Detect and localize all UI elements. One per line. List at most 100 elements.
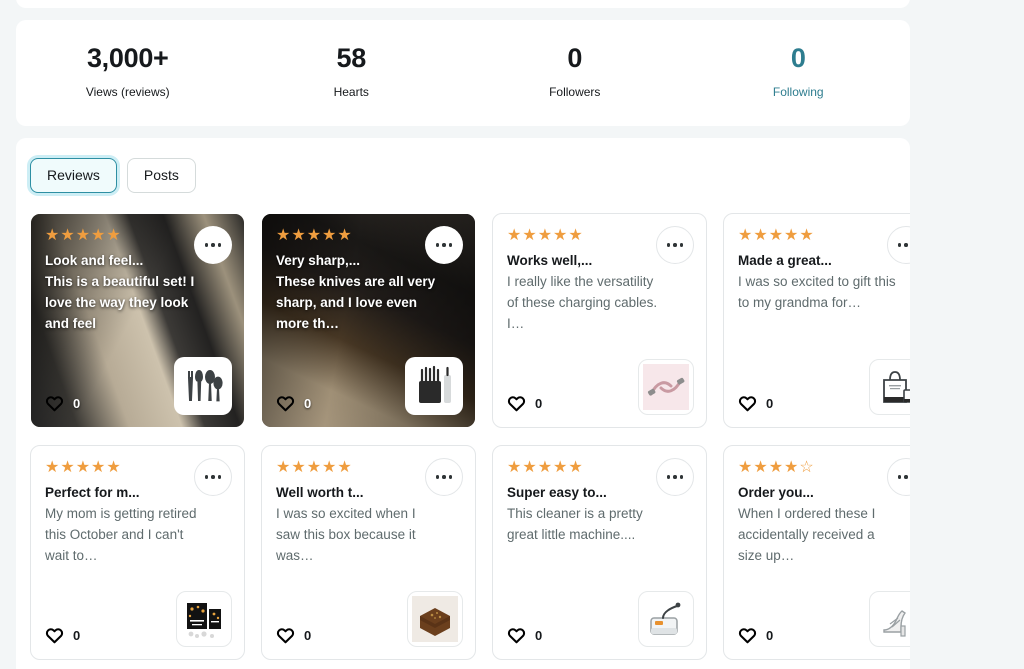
review-body: I really like the versatility of these c… (507, 274, 658, 331)
ellipsis-icon (897, 243, 902, 247)
stat-views-reviews: 3,000+ Views (reviews) (16, 42, 240, 99)
star-filled-icon: ★ (306, 458, 322, 476)
review-card[interactable]: ★ ★ ★ ★ ★ Very sharp,... These knives are all … (261, 212, 476, 428)
like-button[interactable]: 0 (276, 394, 311, 413)
like-button[interactable]: 0 (507, 626, 542, 645)
review-card[interactable]: ★ ★ ★ ★ ★ Super easy to... This cleaner is a p… (492, 444, 707, 660)
like-button[interactable]: 0 (45, 394, 80, 413)
review-body: I was so excited when I saw this box bec… (276, 506, 416, 563)
star-filled-icon: ★ (522, 226, 537, 244)
review-body: This is a beautiful set! I love the way … (45, 274, 195, 331)
more-options-button[interactable] (194, 225, 232, 264)
review-body: My mom is getting retired this October a… (45, 506, 197, 563)
review-card[interactable]: ★ ★ ★ ★ ★ Perfect for m... My mom is getting r… (30, 444, 245, 660)
star-filled-icon: ★ (291, 226, 306, 244)
panel-above-stats (16, 0, 910, 8)
heart-outline-icon (738, 394, 757, 413)
star-filled-icon: ★ (522, 458, 537, 476)
review-body: I was so excited to gift this to my gran… (738, 274, 896, 310)
stat-value: 3,000+ (86, 43, 169, 73)
review-title: Made a great... (738, 252, 832, 268)
star-filled-icon: ★ (753, 458, 768, 476)
review-card[interactable]: ★ ★ ★ ★ ★ Look and feel... This is a beautiful… (30, 212, 245, 428)
ellipsis-icon (442, 243, 446, 247)
star-filled-icon: ★ (291, 458, 306, 476)
review-body: These knives are all very sharp, and I l… (276, 274, 436, 331)
content-panel: Reviews Posts ★ ★ ★ ★ ★ Look and feel... This i… (16, 138, 910, 669)
charging-cable-thumbnail[interactable] (638, 358, 694, 415)
star-filled-icon: ★ (768, 226, 784, 244)
tab-posts[interactable]: Posts (126, 158, 196, 193)
review-card[interactable]: ★ ★ ★ ★ ★ Works well,... I really like the ver… (492, 212, 707, 428)
star-filled-icon: ★ (738, 226, 753, 244)
ellipsis-icon (211, 243, 215, 247)
star-filled-icon: ★ (91, 226, 106, 244)
stats-row: 3,000+ Views (reviews) 58 Hearts 0 Followers 0… (16, 20, 910, 126)
star-filled-icon: ★ (553, 458, 568, 476)
party-decoration-thumbnail[interactable] (176, 590, 232, 647)
stat-value: 0 (567, 43, 583, 73)
star-filled-icon: ★ (45, 458, 60, 476)
cutlery-thumbnail[interactable] (174, 356, 232, 415)
more-options-button[interactable] (425, 225, 463, 264)
heart-outline-icon (738, 626, 757, 645)
star-filled-icon: ★ (306, 226, 322, 244)
star-filled-icon: ★ (553, 226, 568, 244)
review-body: This cleaner is a pretty great little ma… (507, 506, 643, 542)
star-filled-icon: ★ (75, 458, 91, 476)
ellipsis-icon (673, 475, 677, 479)
review-card[interactable]: ★ ★ ★ ★ ☆ Order you... When I ordered these I … (723, 444, 910, 660)
star-filled-icon: ★ (568, 226, 583, 244)
stat-following[interactable]: 0 Following (687, 42, 911, 99)
ellipsis-icon (211, 475, 215, 479)
like-button[interactable]: 0 (738, 626, 773, 645)
more-options-button[interactable] (656, 225, 694, 264)
star-filled-icon: ★ (507, 458, 522, 476)
ellipsis-icon (442, 475, 446, 479)
star-filled-icon: ★ (784, 458, 799, 476)
like-button[interactable]: 0 (507, 394, 542, 413)
tab-reviews[interactable]: Reviews (30, 158, 117, 193)
like-button[interactable]: 0 (738, 394, 773, 413)
knife-block-thumbnail[interactable] (405, 356, 463, 415)
review-card[interactable]: ★ ★ ★ ★ ★ Well worth t... I was so excited whe… (261, 444, 476, 660)
reviews-grid: ★ ★ ★ ★ ★ Look and feel... This is a beautiful… (16, 193, 910, 669)
stat-label[interactable]: Following (687, 85, 911, 99)
wooden-box-thumbnail[interactable] (407, 590, 463, 647)
heart-outline-icon (507, 394, 526, 413)
heart-outline-icon (45, 626, 64, 645)
stat-value: 0 (790, 43, 806, 73)
like-count: 0 (304, 395, 312, 411)
like-button[interactable]: 0 (276, 626, 311, 645)
carpet-cleaner-thumbnail[interactable] (638, 590, 694, 647)
ellipsis-icon (217, 475, 222, 479)
star-filled-icon: ★ (537, 226, 553, 244)
review-card[interactable]: ★ ★ ★ ★ ★ Made a great... I was so excited to … (723, 212, 910, 428)
heart-outline-icon (45, 394, 64, 413)
star-filled-icon: ★ (106, 458, 121, 476)
stats-panel: 3,000+ Views (reviews) 58 Hearts 0 Followers 0… (16, 20, 910, 126)
review-body: When I ordered these I accidentally rece… (738, 506, 876, 563)
star-filled-icon: ★ (106, 226, 121, 244)
tote-bag-thumbnail[interactable] (869, 358, 910, 415)
ellipsis-icon (904, 243, 908, 247)
ellipsis-icon (666, 475, 671, 479)
ellipsis-icon (897, 475, 902, 479)
heart-outline-icon (276, 626, 295, 645)
stat-label: Followers (549, 84, 601, 99)
star-filled-icon: ★ (91, 458, 106, 476)
more-options-button[interactable] (425, 457, 463, 496)
star-filled-icon: ★ (507, 226, 522, 244)
star-filled-icon: ★ (75, 226, 91, 244)
like-count: 0 (304, 627, 312, 643)
star-rating: ★ ★ ★ ★ ☆ (738, 458, 910, 476)
more-options-button[interactable] (656, 457, 694, 496)
ellipsis-icon (204, 475, 209, 479)
more-options-button[interactable] (194, 457, 232, 496)
stat-label: Hearts (333, 84, 369, 99)
like-button[interactable]: 0 (45, 626, 80, 645)
high-heel-thumbnail[interactable] (869, 590, 910, 647)
ellipsis-icon (679, 243, 684, 247)
ellipsis-icon (904, 475, 908, 479)
ellipsis-icon (448, 475, 453, 479)
